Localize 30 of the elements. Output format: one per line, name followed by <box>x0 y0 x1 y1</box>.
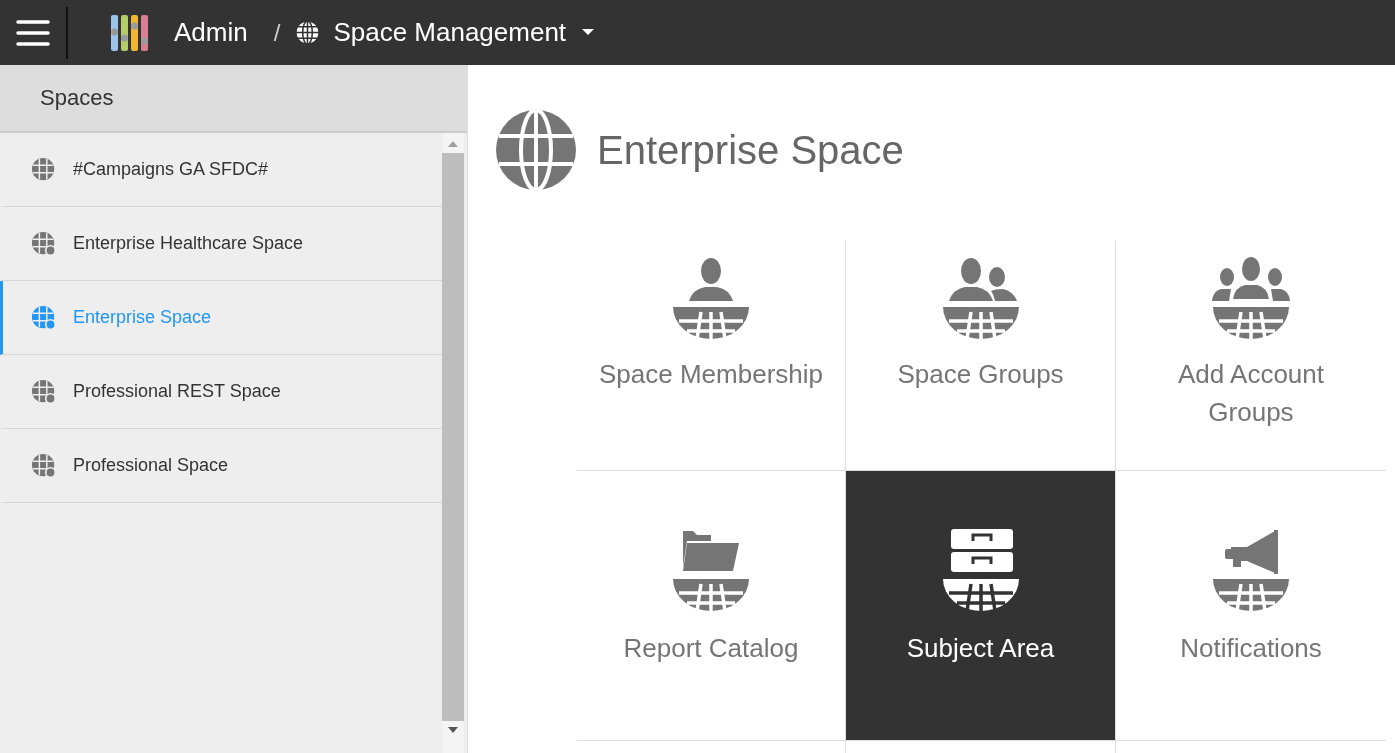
globe-icon <box>31 156 57 183</box>
globe-badge-icon <box>31 304 57 331</box>
feature-tile[interactable]: Space Groups <box>846 241 1116 471</box>
globe-badge-icon <box>31 452 57 479</box>
globe-icon <box>495 109 577 191</box>
scroll-down-icon[interactable] <box>448 727 458 733</box>
breadcrumb-separator: / <box>273 18 281 47</box>
globe-badge-icon <box>31 378 57 405</box>
app-title[interactable]: Admin <box>174 17 248 48</box>
globe-badge-icon <box>31 230 57 257</box>
drawers-globe-icon <box>940 527 1021 613</box>
person-globe-icon <box>671 255 751 341</box>
space-item[interactable]: Professional REST Space <box>0 355 442 429</box>
feature-tile[interactable]: Space Membership <box>577 241 846 471</box>
feature-tile[interactable]: Report Catalog <box>577 471 846 741</box>
section-dropdown[interactable]: Space Management <box>321 17 595 48</box>
two-people-globe-icon <box>940 255 1021 341</box>
megaphone-globe-icon <box>1211 527 1291 613</box>
menu-icon <box>16 18 50 47</box>
globe-icon <box>294 19 322 46</box>
space-title: Enterprise Space <box>597 127 904 173</box>
sliders-logo-icon <box>110 13 150 52</box>
caret-icon <box>582 29 595 36</box>
three-people-globe-icon <box>1211 255 1291 341</box>
feature-tile[interactable]: Subject Area <box>846 471 1116 741</box>
sidebar-title: Spaces <box>40 85 114 111</box>
space-item[interactable]: Enterprise Healthcare Space <box>0 207 442 281</box>
space-item[interactable]: Professional Space <box>0 429 442 503</box>
scroll-up-icon[interactable] <box>448 141 458 147</box>
space-item[interactable]: #Campaigns GA SFDC# <box>0 133 442 207</box>
